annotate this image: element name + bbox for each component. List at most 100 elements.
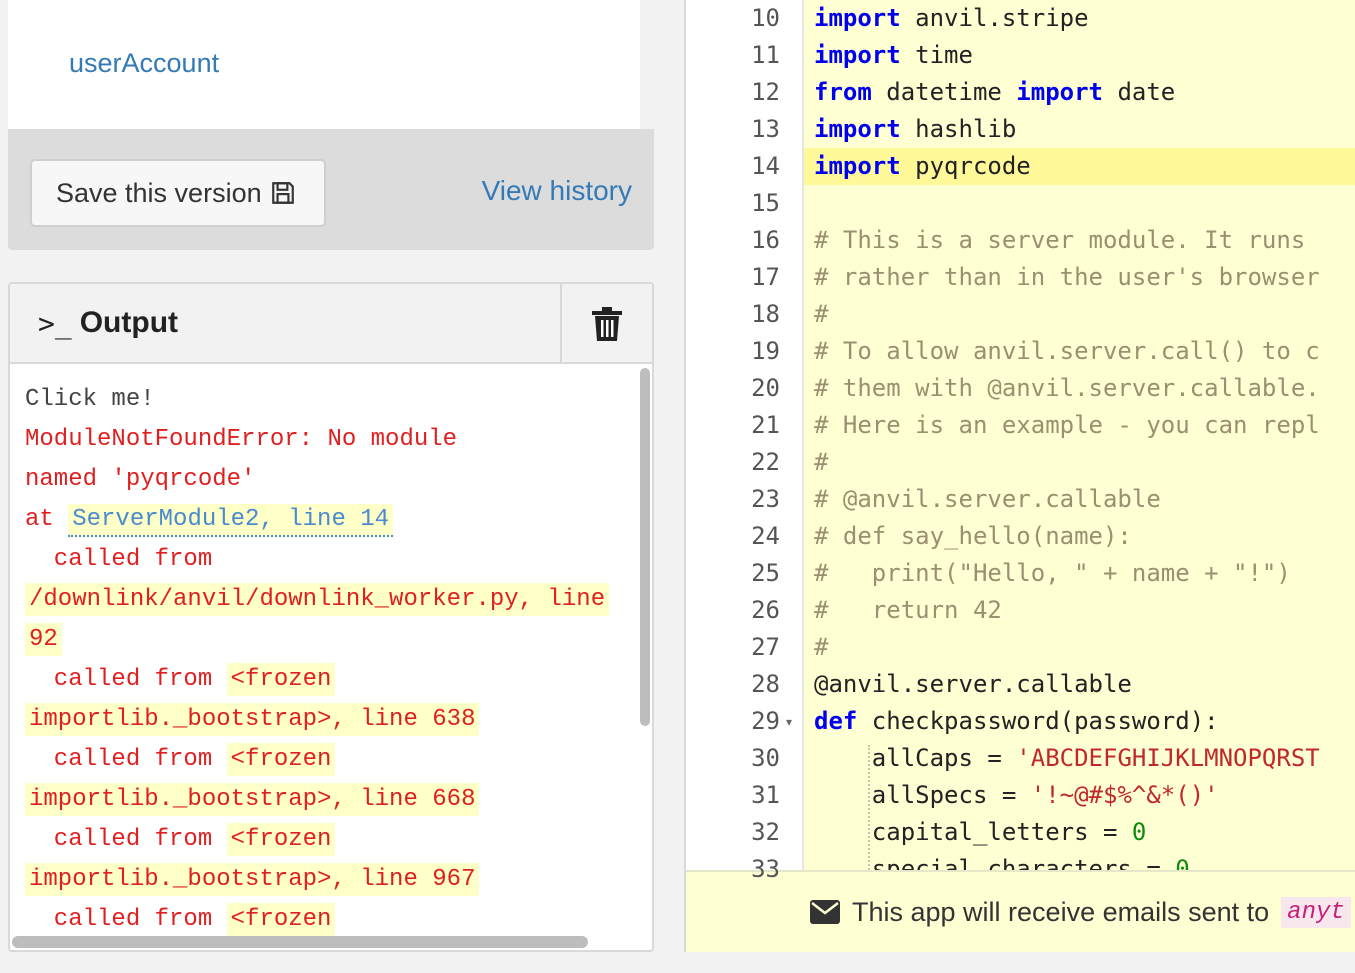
code-line[interactable]: capital_letters = 0	[814, 818, 1147, 846]
traceback-location: <frozen	[226, 663, 336, 696]
terminal-prompt-icon: >_	[38, 306, 72, 340]
line-number: 27	[751, 633, 780, 661]
traceback-location: importlib._bootstrap>, line 638	[25, 703, 480, 736]
save-version-label: Save this version	[56, 177, 262, 208]
output-line: importlib._bootstrap>, line 668	[25, 780, 640, 820]
output-line: /downlink/anvil/downlink_worker.py, line	[25, 580, 640, 620]
code-line[interactable]: from datetime import date	[814, 78, 1175, 106]
code-token: 0	[1131, 818, 1147, 846]
output-title-label: Output	[79, 306, 179, 339]
code-line[interactable]: import pyqrcode	[814, 152, 1031, 180]
code-line[interactable]: # This is a server module. It runs	[814, 226, 1305, 254]
code-token: # This is a server module. It runs	[814, 226, 1306, 254]
email-info-bar: This app will receive emails sent to any…	[686, 870, 1355, 952]
code-token: allSpecs =	[814, 781, 1031, 809]
user-account-link[interactable]: userAccount	[69, 48, 219, 79]
line-number: 14	[751, 152, 780, 180]
traceback-location: <frozen	[226, 743, 336, 776]
code-token: # return 42	[814, 596, 1002, 624]
code-line[interactable]: import time	[814, 41, 973, 69]
output-prefix: called from	[25, 746, 227, 773]
code-line[interactable]: # @anvil.server.callable	[814, 485, 1161, 513]
output-line: called from <frozen	[25, 820, 640, 860]
line-number: 10	[751, 4, 780, 32]
traceback-location: /downlink/anvil/downlink_worker.py, line	[25, 583, 610, 616]
sidebar-card: userAccount	[8, 0, 640, 130]
floppy-disk-icon	[271, 182, 294, 204]
horizontal-scrollbar[interactable]	[12, 936, 588, 948]
code-line[interactable]: import hashlib	[814, 115, 1016, 143]
output-prefix: called from	[25, 906, 227, 933]
email-info-text: This app will receive emails sent to	[852, 896, 1270, 927]
output-line: ModuleNotFoundError: No module	[25, 420, 640, 460]
code-token: import	[1016, 78, 1103, 106]
line-number: 28	[751, 670, 780, 698]
clear-output-button[interactable]	[560, 284, 652, 364]
output-text: Click me!	[25, 386, 155, 413]
code-token: # rather than in the user's browser	[814, 263, 1320, 291]
traceback-source-link[interactable]: ServerModule2, line 14	[68, 504, 394, 537]
output-line: at ServerModule2, line 14	[25, 500, 640, 540]
email-address: anyt	[1281, 896, 1351, 928]
code-token: allCaps =	[814, 744, 1017, 772]
line-number: 31	[751, 781, 780, 809]
output-prefix: at	[25, 506, 69, 533]
code-line[interactable]: import anvil.stripe	[814, 4, 1089, 32]
code-token: # Here is an example - you can repl	[814, 411, 1320, 439]
code-token: pyqrcode	[900, 152, 1031, 180]
save-version-button[interactable]: Save this version	[30, 159, 326, 227]
code-token: import	[814, 4, 901, 32]
version-bar: Save this version View history	[8, 129, 654, 250]
fold-arrow-icon[interactable]: ▾	[786, 715, 792, 729]
code-line[interactable]: # rather than in the user's browser	[814, 263, 1320, 291]
code-token: import	[814, 152, 901, 180]
view-history-link[interactable]: View history	[482, 175, 632, 207]
line-number: 13	[751, 115, 780, 143]
code-line[interactable]: # Here is an example - you can repl	[814, 411, 1320, 439]
code-line[interactable]: # def say_hello(name):	[814, 522, 1132, 550]
code-token: #	[814, 300, 829, 328]
line-number: 15	[751, 189, 780, 217]
line-number: 17	[751, 263, 780, 291]
code-line[interactable]: @anvil.server.callable	[814, 670, 1132, 698]
code-token: #	[814, 448, 829, 476]
output-text: called from	[25, 546, 213, 573]
output-line: named 'pyqrcode'	[25, 460, 640, 500]
code-editor[interactable]: import anvil.stripe import time from datet…	[684, 0, 1355, 952]
code-token: from	[814, 78, 872, 106]
line-number: 29	[751, 707, 780, 735]
line-number: 20	[751, 374, 780, 402]
code-line[interactable]: #	[814, 448, 828, 476]
page-background	[684, 952, 1355, 973]
traceback-location: 92	[25, 623, 62, 656]
traceback-location: importlib._bootstrap>, line 668	[25, 783, 480, 816]
code-line[interactable]: allCaps = 'ABCDEFGHIJKLMNOPQRST	[814, 744, 1320, 772]
output-line: importlib._bootstrap>, line 967	[25, 860, 640, 900]
output-text: ModuleNotFoundError: No module	[25, 426, 458, 453]
output-line: called from	[25, 540, 640, 580]
code-token: # @anvil.server.callable	[814, 485, 1161, 513]
line-number: 24	[751, 522, 780, 550]
code-line[interactable]: #	[814, 633, 828, 661]
code-line[interactable]: #	[814, 300, 828, 328]
line-number: 11	[751, 41, 780, 69]
code-token: #	[814, 633, 829, 661]
code-line[interactable]: # return 42	[814, 596, 1002, 624]
code-token: datetime	[871, 78, 1017, 106]
left-column: userAccount Save this version View histo…	[0, 0, 660, 973]
code-line[interactable]: def checkpassword(password):	[814, 707, 1219, 735]
code-token: '!~@#$%^&*()'	[1030, 781, 1219, 809]
code-line[interactable]: # To allow anvil.server.call() to c	[814, 337, 1320, 365]
code-line[interactable]: allSpecs = '!~@#$%^&*()'	[814, 781, 1219, 809]
output-title: >_ Output	[38, 306, 178, 340]
code-token: hashlib	[900, 115, 1017, 143]
line-number: 16	[751, 226, 780, 254]
envelope-icon	[810, 900, 840, 924]
vertical-scrollbar[interactable]	[640, 368, 650, 726]
code-token: @anvil.server.callable	[814, 670, 1132, 698]
code-line[interactable]: # them with @anvil.server.callable.	[814, 374, 1320, 402]
line-number: 19	[751, 337, 780, 365]
code-token: # def say_hello(name):	[814, 522, 1132, 550]
line-number: 26	[751, 596, 780, 624]
code-line[interactable]: # print("Hello, " + name + "!")	[814, 559, 1291, 587]
